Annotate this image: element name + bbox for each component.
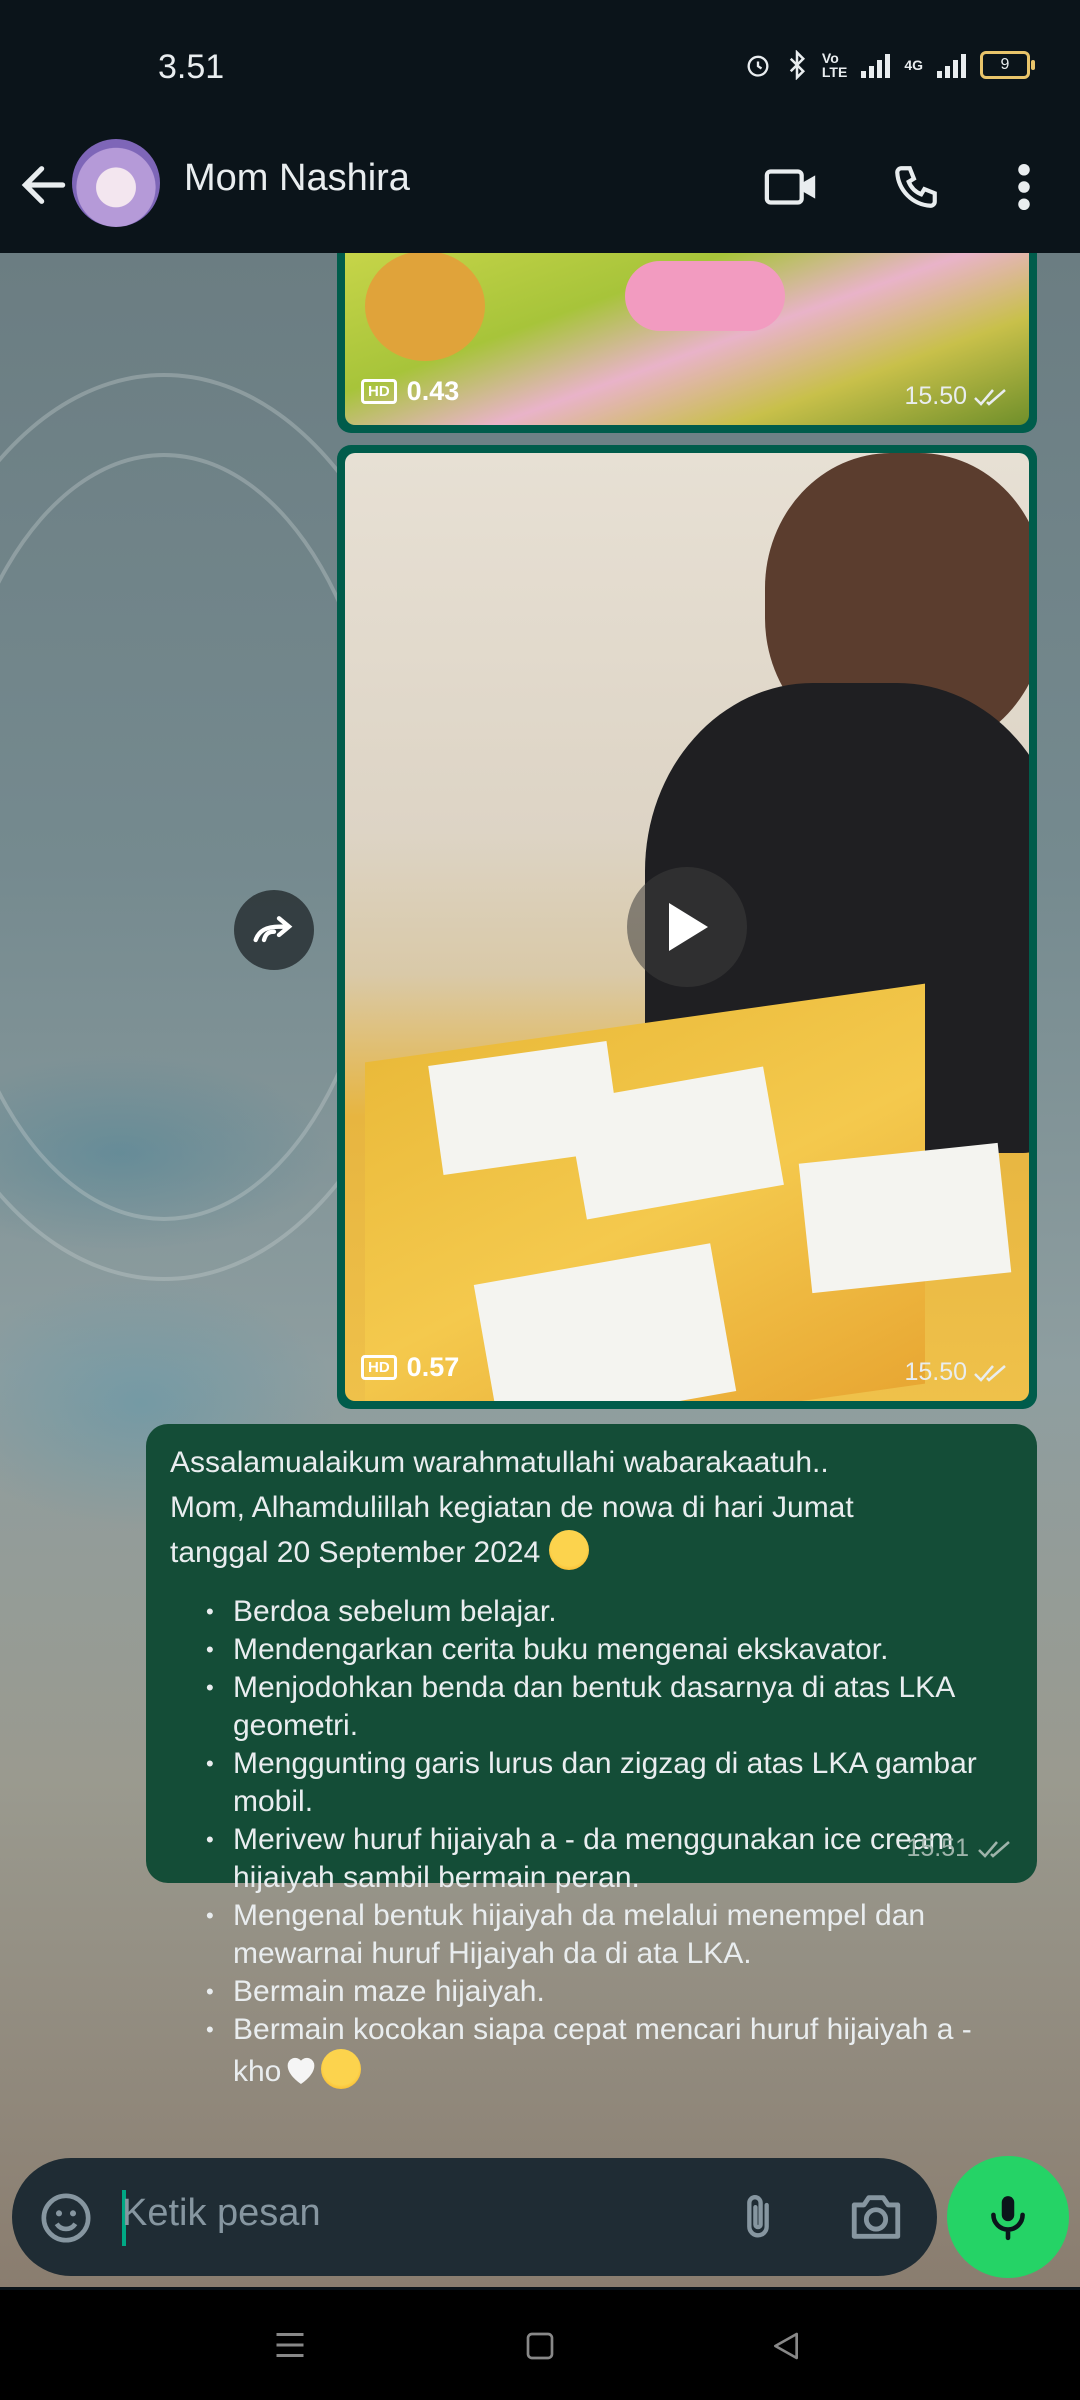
hd-badge: HD	[361, 1355, 397, 1380]
list-item: Merivew huruf hijaiyah a - da menggunaka…	[206, 1821, 1013, 1897]
message-time: 15.50	[904, 382, 1011, 411]
time-text: 15.51	[906, 1834, 969, 1862]
duration-text: 0.57	[406, 1352, 460, 1382]
more-vertical-icon	[1018, 164, 1030, 210]
home-square-icon	[526, 2332, 554, 2360]
bluetooth-icon	[789, 50, 805, 80]
paper-card	[798, 1142, 1012, 1294]
back-nav-button[interactable]	[770, 2330, 802, 2367]
status-time: 3.51	[158, 48, 225, 86]
message-line: Mom, Alhamdulillah kegiatan de nowa di h…	[170, 1491, 854, 1524]
message-line: tanggal 20 September 2024	[170, 1530, 1013, 1575]
message-composer[interactable]: Ketik pesan	[12, 2158, 937, 2276]
video-thumbnail[interactable]: HD 0.57 15.50	[345, 453, 1029, 1401]
voice-message-button[interactable]	[947, 2156, 1069, 2278]
double-check-icon	[974, 388, 1006, 406]
emoji-button[interactable]	[38, 2190, 94, 2251]
battery-level: 9	[1000, 56, 1010, 73]
play-button[interactable]	[627, 867, 747, 987]
smiling-face-with-hearts-emoji-icon	[321, 2049, 362, 2089]
paperclip-icon	[747, 2195, 769, 2238]
phone-icon	[895, 166, 937, 208]
chat-header: Mom Nashira	[0, 135, 1080, 253]
volte-icon: Vo LTE	[821, 50, 848, 80]
attach-button[interactable]	[732, 2188, 784, 2253]
back-arrow-icon	[21, 166, 66, 204]
video-camera-icon	[764, 169, 816, 205]
video-message[interactable]: HD 0.57 15.50	[337, 445, 1037, 1409]
home-button[interactable]	[524, 2330, 556, 2367]
double-check-icon	[978, 1840, 1010, 1858]
battery-icon: 9	[980, 51, 1035, 79]
list-item: Menjodohkan benda dan bentuk dasarnya di…	[206, 1669, 1013, 1745]
microphone-icon	[991, 2196, 1025, 2241]
recents-button[interactable]	[272, 2330, 308, 2365]
time-text: 15.50	[904, 382, 967, 410]
duration-text: 0.43	[406, 376, 460, 406]
emoji-icon	[41, 2193, 91, 2243]
play-icon	[669, 903, 708, 951]
network-type-icon: 4G	[904, 57, 923, 73]
back-button[interactable]	[16, 157, 72, 213]
video-call-button[interactable]	[760, 155, 824, 219]
forward-icon	[253, 916, 293, 943]
text-message[interactable]: Assalamualaikum warahmatullahi wabarakaa…	[146, 1424, 1037, 2089]
video-duration: HD 0.57	[361, 1352, 459, 1383]
more-options-button[interactable]	[992, 155, 1056, 219]
lion-sticker	[365, 253, 485, 361]
white-heart-emoji-icon	[281, 2049, 321, 2089]
forward-button[interactable]	[234, 890, 314, 970]
alarm-icon	[747, 55, 769, 77]
voice-call-button[interactable]	[884, 155, 948, 219]
pig-sticker	[625, 261, 785, 331]
camera-button[interactable]	[847, 2188, 905, 2251]
list-item: Mengenal bentuk hijaiyah da melalui mene…	[206, 1897, 1013, 1973]
message-date-text: tanggal 20 September 2024	[170, 1536, 541, 1569]
message-time: 15.51	[906, 1826, 1015, 1871]
list-item: Berdoa sebelum belajar.	[206, 1593, 1013, 1631]
time-text: 15.50	[904, 1358, 967, 1386]
list-item: Menggunting garis lurus dan zigzag di at…	[206, 1745, 1013, 1821]
message-line: Assalamualaikum warahmatullahi wabarakaa…	[170, 1446, 829, 1479]
list-item: Bermain kocokan siapa cepat mencari huru…	[206, 2011, 1013, 2091]
chat-area[interactable]: HD0.43 15.50 HD0.57 15.50 Assalamualai	[0, 253, 1080, 2287]
video-thumbnail[interactable]: HD 0.43 15.50	[345, 253, 1029, 425]
signal-2-icon	[937, 52, 966, 78]
video-message[interactable]: HD 0.43 15.50	[337, 253, 1037, 433]
smiling-face-emoji-icon	[548, 1530, 589, 1570]
list-item: Mendengarkan cerita buku mengenai ekskav…	[206, 1631, 1013, 1669]
status-icons: Vo LTE 4G 9	[744, 50, 1035, 80]
menu-lines-icon	[276, 2333, 304, 2357]
message-input[interactable]: Ketik pesan	[122, 2192, 321, 2235]
activity-list: Berdoa sebelum belajar. Mendengarkan cer…	[170, 1593, 1013, 2091]
avatar[interactable]	[72, 139, 160, 227]
list-item: Bermain maze hijaiyah.	[206, 1973, 1013, 2011]
double-check-icon	[974, 1364, 1006, 1382]
video-duration: HD 0.43	[361, 376, 459, 407]
back-triangle-icon	[774, 2332, 798, 2360]
status-bar: 3.51 Vo LTE 4G 9	[0, 0, 1080, 135]
message-time: 15.50	[904, 1358, 1011, 1387]
signal-icon	[861, 52, 891, 78]
contact-name[interactable]: Mom Nashira	[184, 157, 410, 200]
hd-badge: HD	[361, 379, 397, 404]
system-nav-bar	[0, 2290, 1080, 2400]
camera-icon	[851, 2195, 901, 2239]
